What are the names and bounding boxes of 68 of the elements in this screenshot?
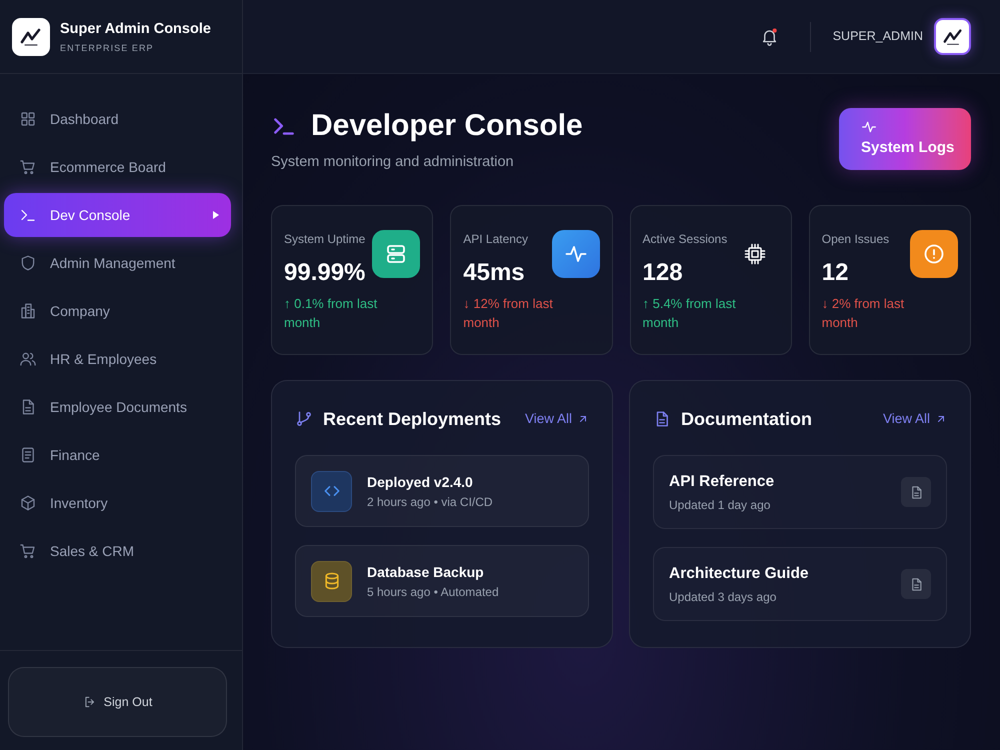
document-icon bbox=[901, 477, 931, 507]
document-meta: Updated 1 day ago bbox=[669, 496, 772, 512]
deployment-item[interactable]: Deployed v2.4.0 2 hours ago • via CI/CD bbox=[295, 455, 589, 527]
section-title: Recent Deployments bbox=[323, 408, 502, 431]
stat-value: 99.99% bbox=[284, 258, 366, 288]
stat-value: 128 bbox=[642, 258, 684, 288]
shield-icon bbox=[19, 254, 37, 272]
pulse-icon bbox=[861, 118, 877, 135]
server-icon bbox=[372, 230, 420, 278]
sidebar-item[interactable]: Inventory bbox=[4, 481, 231, 525]
deployment-title: Database Backup bbox=[367, 562, 485, 580]
view-all-link[interactable]: View All bbox=[882, 408, 947, 430]
sidebar-item[interactable]: HR & Employees bbox=[4, 337, 231, 381]
document-icon bbox=[901, 569, 931, 599]
code-icon bbox=[311, 470, 352, 512]
logout-icon bbox=[82, 695, 97, 709]
stat-label: Open Issues bbox=[822, 231, 890, 248]
document-meta: Updated 3 days ago bbox=[669, 588, 778, 604]
stat-value: 12 bbox=[822, 258, 850, 288]
stat-label: Active Sessions bbox=[642, 231, 728, 248]
sidebar-item[interactable]: Company bbox=[4, 289, 231, 333]
sidebar-item[interactable]: Admin Management bbox=[4, 241, 231, 285]
deployment-item[interactable]: Database Backup 5 hours ago • Automated bbox=[295, 545, 589, 617]
arrow-up-right-icon bbox=[577, 413, 589, 425]
cart-icon bbox=[19, 542, 37, 560]
caret-icon bbox=[213, 211, 219, 219]
building-icon bbox=[19, 302, 37, 320]
arrow-up-right-icon bbox=[935, 413, 947, 425]
pulse-icon bbox=[552, 230, 600, 278]
page-title: Developer Console bbox=[311, 108, 583, 144]
stat-change: ↑ 5.4% from last month bbox=[642, 295, 737, 332]
stat-change: ↑ 0.1% from last month bbox=[284, 295, 378, 332]
stat-label: API Latency bbox=[463, 231, 528, 248]
grid-icon bbox=[19, 110, 37, 128]
stat-value: 45ms bbox=[463, 258, 526, 288]
page-subtitle: System monitoring and administration bbox=[271, 153, 515, 171]
stat-change: ↓ 2% from last month bbox=[822, 295, 906, 332]
document-title: Architecture Guide bbox=[669, 564, 809, 584]
sign-out-button[interactable]: Sign Out bbox=[8, 667, 227, 737]
sidebar-item[interactable]: Ecommerce Board bbox=[4, 145, 231, 189]
deployment-meta: 5 hours ago • Automated bbox=[367, 584, 499, 600]
cart-icon bbox=[19, 158, 37, 176]
box-icon bbox=[19, 494, 37, 512]
stat-label: System Uptime bbox=[284, 231, 366, 248]
zigzag-logo-icon bbox=[12, 18, 50, 56]
brand-title: Super Admin Console bbox=[60, 20, 211, 38]
sidebar-item[interactable]: Dashboard bbox=[4, 97, 231, 141]
stat-change: ↓ 12% from last month bbox=[463, 295, 554, 332]
deployment-meta: 2 hours ago • via CI/CD bbox=[367, 494, 493, 510]
sidebar-item[interactable]: Dev Console bbox=[4, 193, 231, 237]
branch-icon bbox=[295, 410, 313, 428]
documentation-item[interactable]: API Reference Updated 1 day ago bbox=[653, 455, 947, 529]
sidebar-item[interactable]: Employee Documents bbox=[4, 385, 231, 429]
system-logs-button[interactable]: System Logs bbox=[839, 108, 971, 170]
database-icon bbox=[311, 560, 352, 602]
sidebar-item[interactable]: Finance bbox=[4, 433, 231, 477]
list-document-icon bbox=[19, 446, 37, 464]
users-icon bbox=[19, 350, 37, 368]
zigzag-logo-icon[interactable] bbox=[934, 18, 971, 55]
brand-subtitle: ENTERPRISE ERP bbox=[60, 42, 155, 54]
documentation-item[interactable]: Architecture Guide Updated 3 days ago bbox=[653, 547, 947, 621]
deployment-title: Deployed v2.4.0 bbox=[367, 472, 474, 490]
document-title: API Reference bbox=[669, 472, 774, 492]
sidebar-item[interactable]: Sales & CRM bbox=[4, 529, 231, 573]
user-name: SUPER_ADMIN bbox=[832, 28, 923, 46]
chip-icon bbox=[742, 242, 767, 266]
section-title: Documentation bbox=[681, 408, 812, 430]
view-all-link[interactable]: View All bbox=[524, 408, 589, 430]
